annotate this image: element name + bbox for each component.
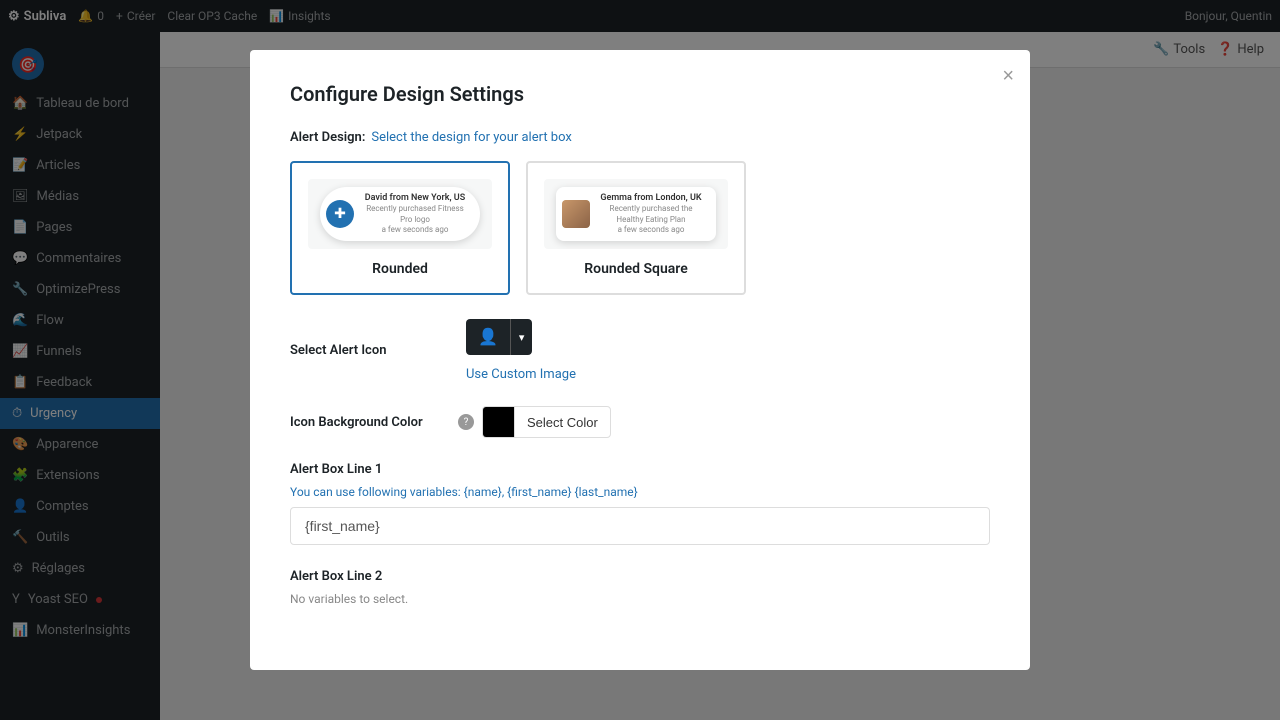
design-options: ✚ David from New York, US Recently purch…: [290, 161, 990, 295]
icon-background-color-section: Icon Background Color ? Select Color: [290, 406, 990, 438]
variables-hint: You can use following variables: {name},…: [290, 485, 990, 499]
alert-design-header: Alert Design: Select the design for your…: [290, 130, 990, 145]
alert-design-label: Alert Design:: [290, 130, 365, 145]
modal-overlay[interactable]: × Configure Design Settings Alert Design…: [0, 0, 1280, 720]
color-swatch[interactable]: [482, 406, 514, 438]
alert-box-line1-section: Alert Box Line 1 You can use following v…: [290, 462, 990, 545]
icon-bg-color-label: Icon Background Color: [290, 415, 450, 430]
alert-box-line1-label: Alert Box Line 1: [290, 462, 990, 477]
alert-design-hint: Select the design for your alert box: [371, 130, 571, 145]
design-option-rounded-square[interactable]: Gemma from London, UK Recently purchased…: [526, 161, 746, 295]
rounded-text: David from New York, US Recently purchas…: [362, 193, 468, 236]
no-vars-hint: No variables to select.: [290, 592, 990, 606]
rounded-avatar: ✚: [326, 200, 354, 228]
alert-box-line1-input[interactable]: [290, 507, 990, 545]
modal-title: Configure Design Settings: [290, 82, 990, 106]
person-icon: 👤: [478, 327, 498, 347]
select-alert-icon-section: Select Alert Icon 👤 ▾ Use Custom Image: [290, 319, 990, 382]
thumb-image: [562, 200, 590, 228]
use-custom-image-link[interactable]: Use Custom Image: [466, 367, 576, 382]
rounded-square-label: Rounded Square: [544, 261, 728, 277]
rounded-square-notification: Gemma from London, UK Recently purchased…: [556, 187, 716, 242]
design-option-rounded[interactable]: ✚ David from New York, US Recently purch…: [290, 161, 510, 295]
modal-close-button[interactable]: ×: [1002, 66, 1014, 86]
modal-dialog: × Configure Design Settings Alert Design…: [250, 50, 1030, 670]
rounded-square-text: Gemma from London, UK Recently purchased…: [598, 193, 704, 236]
alert-design-section: Alert Design: Select the design for your…: [290, 130, 990, 295]
alert-box-line2-section: Alert Box Line 2 No variables to select.: [290, 569, 990, 606]
rounded-label: Rounded: [308, 261, 492, 277]
rounded-square-thumb: [562, 200, 590, 228]
alert-box-line2-label: Alert Box Line 2: [290, 569, 990, 584]
rounded-notification: ✚ David from New York, US Recently purch…: [320, 187, 480, 242]
select-alert-icon-label: Select Alert Icon: [290, 343, 450, 358]
color-picker-wrapper: Select Color: [482, 406, 611, 438]
icon-selector-row: 👤 ▾: [466, 319, 576, 355]
rounded-preview: ✚ David from New York, US Recently purch…: [308, 179, 492, 249]
rounded-square-preview: Gemma from London, UK Recently purchased…: [544, 179, 728, 249]
select-color-button[interactable]: Select Color: [514, 406, 611, 438]
info-icon[interactable]: ?: [458, 414, 474, 430]
chevron-down-icon: ▾: [519, 331, 525, 344]
icon-dropdown-button[interactable]: ▾: [510, 319, 533, 355]
icon-select-button[interactable]: 👤: [466, 319, 510, 355]
